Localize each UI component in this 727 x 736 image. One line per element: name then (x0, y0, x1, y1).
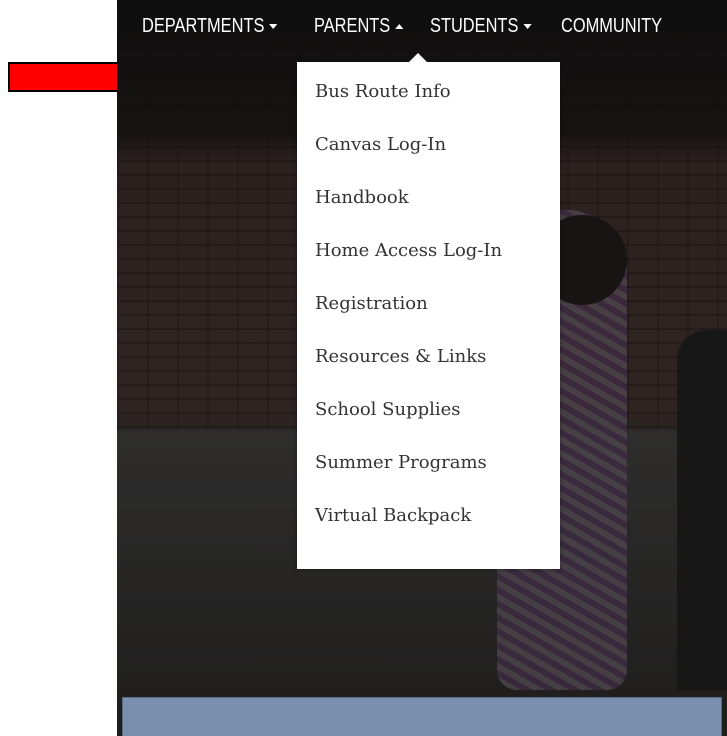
nav-departments[interactable]: DEPARTMENTS (142, 15, 278, 38)
content-panel (122, 697, 722, 736)
nav-community[interactable]: COMMUNITY (561, 15, 662, 38)
nav-parents[interactable]: PARENTS (314, 14, 404, 38)
page: DEPARTMENTS PARENTS STUDENTS COMMUNITY B… (0, 0, 727, 736)
hero-banner: DEPARTMENTS PARENTS STUDENTS COMMUNITY B… (117, 0, 727, 736)
menu-item-canvas-log-in[interactable]: Canvas Log-In (297, 129, 560, 161)
nav-parents-label: PARENTS (314, 14, 391, 37)
nav-community-label: COMMUNITY (561, 14, 663, 37)
menu-item-summer-programs[interactable]: Summer Programs (297, 447, 560, 479)
chevron-down-icon (269, 23, 278, 29)
chevron-down-icon (523, 23, 532, 29)
annotation-marker (8, 62, 123, 92)
main-nav: DEPARTMENTS PARENTS STUDENTS COMMUNITY (117, 0, 727, 52)
dropdown-pointer (409, 53, 427, 62)
menu-item-resources-links[interactable]: Resources & Links (297, 341, 560, 373)
nav-students[interactable]: STUDENTS (430, 15, 532, 38)
menu-item-registration[interactable]: Registration (297, 288, 560, 320)
nav-departments-label: DEPARTMENTS (142, 14, 265, 37)
nav-students-label: STUDENTS (430, 14, 519, 37)
menu-item-handbook[interactable]: Handbook (297, 182, 560, 214)
menu-item-school-supplies[interactable]: School Supplies (297, 394, 560, 426)
menu-item-bus-route-info[interactable]: Bus Route Info (297, 76, 560, 108)
parents-dropdown-menu: Bus Route Info Canvas Log-In Handbook Ho… (297, 53, 560, 569)
menu-item-home-access-log-in[interactable]: Home Access Log-In (297, 235, 543, 267)
chevron-up-icon (395, 23, 404, 29)
menu-item-virtual-backpack[interactable]: Virtual Backpack (297, 500, 560, 532)
